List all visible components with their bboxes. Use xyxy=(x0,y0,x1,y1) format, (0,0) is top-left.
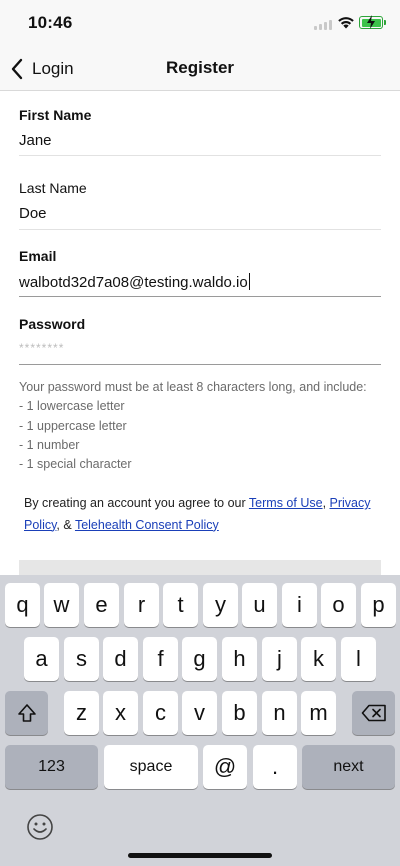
password-label: Password xyxy=(19,316,86,332)
shift-icon xyxy=(17,704,36,722)
key-p[interactable]: p xyxy=(361,583,396,627)
password-requirements-intro: Your password must be at least 8 charact… xyxy=(19,380,367,394)
password-field[interactable]: Password ******** xyxy=(19,316,381,361)
wifi-icon xyxy=(338,17,354,29)
email-label: Email xyxy=(19,248,57,264)
terms-separator-2: , & xyxy=(56,517,75,532)
key-d[interactable]: d xyxy=(103,637,138,681)
keyboard: q w e r t y u i o p a s d f g h j k l z … xyxy=(0,575,400,866)
key-g[interactable]: g xyxy=(182,637,217,681)
key-w[interactable]: w xyxy=(44,583,79,627)
password-input[interactable]: ******** xyxy=(19,341,381,361)
password-rule-lowercase: - 1 lowercase letter xyxy=(19,399,125,414)
key-c[interactable]: c xyxy=(143,691,178,735)
key-h[interactable]: h xyxy=(222,637,257,681)
first-name-field[interactable]: First Name Jane xyxy=(19,107,381,152)
last-name-input[interactable]: Doe xyxy=(19,205,381,225)
password-rule-number: - 1 number xyxy=(19,437,80,452)
page-title: Register xyxy=(165,58,235,77)
key-i[interactable]: i xyxy=(282,583,317,627)
telehealth-consent-link[interactable]: Telehealth Consent Policy xyxy=(75,518,219,532)
key-t[interactable]: t xyxy=(163,583,198,627)
key-b[interactable]: b xyxy=(222,691,257,735)
text-cursor xyxy=(248,273,251,290)
battery-charging-icon xyxy=(359,15,386,29)
home-indicator xyxy=(128,853,272,858)
next-key[interactable]: next xyxy=(302,745,395,789)
key-z[interactable]: z xyxy=(64,691,99,735)
first-name-label: First Name xyxy=(19,107,92,123)
key-v[interactable]: v xyxy=(182,691,217,735)
key-s[interactable]: s xyxy=(64,637,99,681)
key-a[interactable]: a xyxy=(24,637,59,681)
key-y[interactable]: y xyxy=(203,583,238,627)
key-n[interactable]: n xyxy=(262,691,297,735)
password-underline xyxy=(19,364,381,365)
status-bar: 10:46 xyxy=(0,0,400,48)
key-m[interactable]: m xyxy=(301,691,336,735)
key-l[interactable]: l xyxy=(341,637,376,681)
password-requirements: Your password must be at least 8 charact… xyxy=(19,378,381,474)
password-rule-uppercase: - 1 uppercase letter xyxy=(19,418,127,433)
key-e[interactable]: e xyxy=(84,583,119,627)
delete-key[interactable] xyxy=(352,691,395,735)
key-k[interactable]: k xyxy=(301,637,336,681)
key-x[interactable]: x xyxy=(103,691,138,735)
space-key[interactable]: space xyxy=(104,745,198,789)
key-r[interactable]: r xyxy=(124,583,159,627)
navigation-bar: Login Register xyxy=(0,48,400,91)
period-key[interactable]: . xyxy=(253,745,297,789)
key-f[interactable]: f xyxy=(143,637,178,681)
at-key[interactable]: @ xyxy=(203,745,247,789)
key-j[interactable]: j xyxy=(262,637,297,681)
backspace-icon xyxy=(361,704,386,722)
key-u[interactable]: u xyxy=(242,583,277,627)
key-q[interactable]: q xyxy=(5,583,40,627)
first-name-underline xyxy=(19,155,381,156)
status-time: 10:46 xyxy=(28,13,73,32)
numbers-key[interactable]: 123 xyxy=(5,745,98,789)
last-name-label: Last Name xyxy=(19,180,87,196)
terms-agreement: By creating an account you agree to our … xyxy=(24,493,374,536)
email-field[interactable]: Email walbotd32d7a08@testing.waldo.io xyxy=(19,248,381,293)
shift-key[interactable] xyxy=(5,691,48,735)
last-name-field[interactable]: Last Name Doe xyxy=(19,180,381,225)
last-name-underline xyxy=(19,229,381,230)
key-o[interactable]: o xyxy=(321,583,356,627)
terms-separator-1: , xyxy=(322,496,330,510)
password-rule-special: - 1 special character xyxy=(19,457,132,472)
terms-prefix: By creating an account you agree to our xyxy=(24,496,249,510)
cellular-signal-icon xyxy=(314,19,334,30)
terms-of-use-link[interactable]: Terms of Use xyxy=(249,496,323,510)
email-underline xyxy=(19,296,381,297)
first-name-input[interactable]: Jane xyxy=(19,132,381,152)
email-input-text: walbotd32d7a08@testing.waldo.io xyxy=(19,274,248,291)
email-input[interactable]: walbotd32d7a08@testing.waldo.io xyxy=(19,273,381,293)
emoji-icon[interactable] xyxy=(26,813,54,841)
